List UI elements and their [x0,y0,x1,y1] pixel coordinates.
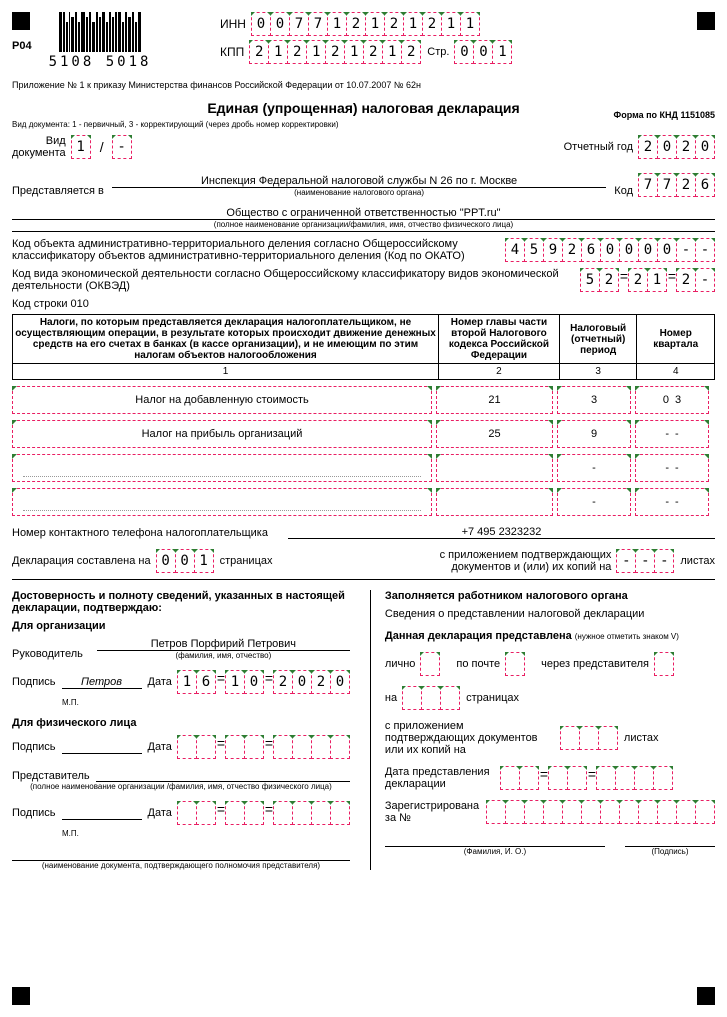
page-cells: 001 [455,40,512,64]
tax-quarter[interactable]: -- [635,488,709,516]
tax-chapter[interactable] [436,488,553,516]
org-sub: (полное наименование организации/фамилия… [12,220,715,229]
okato-cells[interactable]: 459260000-- [506,238,715,262]
year-cells[interactable]: 2020 [639,135,715,159]
p04-label: Р04 [12,40,32,52]
tax-name[interactable]: Налог на прибыль организаций [12,420,432,448]
right-header: Заполняется работником налогового органа [385,590,628,602]
page-label: Стр. [427,46,449,58]
tax-quarter[interactable]: -- [635,420,709,448]
title: Единая (упрощенная) налоговая декларация [188,100,540,116]
tax-period[interactable]: - [557,488,631,516]
okved-cells[interactable]: 52=21=2- [581,268,715,292]
tax-chapter[interactable] [436,454,553,482]
tax-period[interactable]: - [557,454,631,482]
okved-text: Код вида экономической деятельности согл… [12,268,581,292]
rpages-cells[interactable] [403,686,460,710]
corner-bl [12,987,30,1005]
tax-name[interactable] [12,454,432,482]
corner-tr [697,12,715,30]
present-label: Представляется в [12,185,104,197]
tax-period[interactable]: 3 [557,386,631,414]
phone-label: Номер контактного телефона налогоплатель… [12,527,268,539]
tax-name[interactable] [12,488,432,516]
vid-label: Вид документа [12,135,66,159]
kod-cells[interactable]: 7726 [639,173,715,197]
attach-label: с приложением подтверждающих документов … [411,549,611,573]
inn-label: ИНН [220,17,246,31]
rdate-cells[interactable]: == [501,766,673,790]
date2-cells[interactable]: == [178,735,350,759]
check-pred[interactable] [654,652,674,676]
appendix-note: Приложение № 1 к приказу Министерства фи… [12,80,715,90]
barcode: 5108 5018 [40,12,160,70]
for-org: Для организации [12,620,106,632]
barcode-number: 5108 5018 [49,54,152,70]
authority-sub: (наименование налогового органа) [112,188,606,197]
kod-label: Код [614,185,633,197]
ruk-label: Руководитель [12,648,83,660]
attach-cells[interactable]: --- [617,549,674,573]
tax-period[interactable]: 9 [557,420,631,448]
tax-quarter[interactable]: 03 [635,386,709,414]
signature[interactable]: Петров [62,676,142,689]
decl-pages-label: Декларация составлена на [12,555,151,567]
kpp-cells[interactable]: 212121212 [250,40,421,64]
phone[interactable]: +7 495 2323232 [288,526,715,539]
org-name[interactable]: Общество с ограниченной ответственностью… [12,207,715,220]
kpp-label: КПП [220,45,244,59]
vid-note: Вид документа: 1 - первичный, 3 - коррек… [12,120,715,129]
form-code: Форма по КНД 1151085 [614,110,715,120]
tax-chapter[interactable]: 21 [436,386,553,414]
check-post[interactable] [505,652,525,676]
ruk-name[interactable]: Петров Порфирий Петрович [97,638,350,651]
corner-br [697,987,715,1005]
for-fiz: Для физического лица [12,717,136,729]
date3-cells[interactable]: == [178,801,350,825]
rreg-cells[interactable] [487,800,715,824]
tax-quarter[interactable]: -- [635,454,709,482]
corner-tl [12,12,30,30]
left-header: Достоверность и полноту сведений, указан… [12,590,345,614]
tax-table: Налоги, по которым представляется деклар… [12,314,715,380]
tax-name[interactable]: Налог на добавленную стоимость [12,386,432,414]
okato-text: Код объекта административно-территориаль… [12,238,506,262]
vid-corr[interactable]: - [112,135,132,159]
check-lichno[interactable] [420,652,440,676]
date1-cells[interactable]: 16=10=2020 [178,670,350,694]
decl-pages-cells[interactable]: 001 [157,549,214,573]
rattach-cells[interactable] [561,726,618,750]
vid-cells[interactable]: 1 [72,135,91,159]
tax-chapter[interactable]: 25 [436,420,553,448]
row-code: Код строки 010 [12,298,715,310]
inn-cells[interactable]: 007712121211 [252,12,480,36]
year-label: Отчетный год [564,141,633,153]
authority[interactable]: Инспекция Федеральной налоговой службы N… [112,175,606,188]
